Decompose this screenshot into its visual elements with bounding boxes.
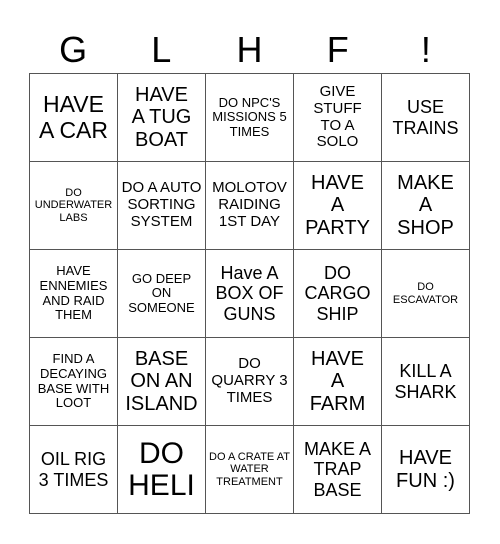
cell-text: MOLOTOV RAIDING 1ST DAY (212, 179, 287, 230)
cell-text: KILL A SHARK (394, 361, 457, 402)
bingo-cell[interactable]: Have A BOX OF GUNS (206, 250, 294, 338)
cell-text: BASE ON AN ISLAND (125, 347, 198, 415)
bingo-cell[interactable]: MAKE A TRAP BASE (294, 426, 382, 514)
cell-text: FIND A DECAYING BASE WITH LOOT (37, 351, 110, 411)
bingo-cell[interactable]: GO DEEP ON SOMEONE (118, 250, 206, 338)
cell-text: MAKE A SHOP (397, 171, 454, 239)
bingo-cell[interactable]: DO UNDERWATER LABS (30, 162, 118, 250)
header-letter: ! (420, 29, 431, 70)
bingo-cell[interactable]: BASE ON AN ISLAND (118, 338, 206, 426)
bingo-cell[interactable]: OIL RIG 3 TIMES (30, 426, 118, 514)
cell-text: HAVE A TUG BOAT (131, 83, 192, 151)
bingo-cell[interactable]: DO HELI (118, 426, 206, 514)
cell-text: DO CARGO SHIP (304, 263, 371, 324)
cell-text: HAVE FUN :) (396, 447, 455, 492)
bingo-cell[interactable]: HAVE FUN :) (382, 426, 470, 514)
cell-text: DO NPC'S MISSIONS 5 TIMES (212, 94, 287, 139)
header-letter: G (59, 29, 88, 70)
bingo-cell[interactable]: MAKE A SHOP (382, 162, 470, 250)
bingo-cell[interactable]: DO A CRATE AT WATER TREATMENT (206, 426, 294, 514)
cell-text: OIL RIG 3 TIMES (38, 449, 109, 490)
bingo-cell[interactable]: HAVE A TUG BOAT (118, 74, 206, 162)
bingo-cell[interactable]: HAVE A CAR (30, 74, 118, 162)
bingo-cell[interactable]: HAVE A FARM (294, 338, 382, 426)
header-letter: L (151, 29, 172, 70)
cell-text: DO A CRATE AT WATER TREATMENT (209, 451, 290, 488)
bingo-cell[interactable]: DO NPC'S MISSIONS 5 TIMES (206, 74, 294, 162)
cell-text: DO A AUTO SORTING SYSTEM (121, 179, 202, 230)
cell-text: DO UNDERWATER LABS (34, 187, 113, 224)
bingo-cell[interactable]: USE TRAINS (382, 74, 470, 162)
bingo-grid: HAVE A CAR HAVE A TUG BOAT DO NPC'S MISS… (29, 73, 470, 514)
cell-text: DO ESCAVATOR (392, 281, 459, 306)
cell-text: GO DEEP ON SOMEONE (128, 270, 195, 315)
bingo-cell[interactable]: GIVE STUFF TO A SOLO (294, 74, 382, 162)
bingo-cell[interactable]: MOLOTOV RAIDING 1ST DAY (206, 162, 294, 250)
bingo-cell[interactable]: HAVE ENNEMIES AND RAID THEM (30, 250, 118, 338)
cell-text: HAVE A CAR (38, 90, 109, 143)
cell-text: GIVE STUFF TO A SOLO (313, 82, 362, 151)
header-letter: F (326, 29, 349, 70)
bingo-header: G L H F ! (29, 28, 470, 72)
bingo-cell[interactable]: FIND A DECAYING BASE WITH LOOT (30, 338, 118, 426)
cell-text: Have A BOX OF GUNS (215, 263, 284, 324)
cell-text: DO HELI (128, 437, 195, 502)
cell-text: HAVE A PARTY (305, 171, 370, 239)
cell-text: DO QUARRY 3 TIMES (211, 355, 288, 406)
cell-text: MAKE A TRAP BASE (303, 439, 372, 500)
header-letter: H (236, 29, 263, 70)
bingo-cell[interactable]: DO CARGO SHIP (294, 250, 382, 338)
cell-text: USE TRAINS (392, 97, 459, 138)
bingo-cell[interactable]: DO QUARRY 3 TIMES (206, 338, 294, 426)
bingo-cell[interactable]: DO ESCAVATOR (382, 250, 470, 338)
bingo-cell[interactable]: HAVE A PARTY (294, 162, 382, 250)
bingo-cell[interactable]: KILL A SHARK (382, 338, 470, 426)
cell-text: HAVE A FARM (309, 347, 366, 415)
bingo-cell[interactable]: DO A AUTO SORTING SYSTEM (118, 162, 206, 250)
cell-text: HAVE ENNEMIES AND RAID THEM (39, 263, 108, 323)
